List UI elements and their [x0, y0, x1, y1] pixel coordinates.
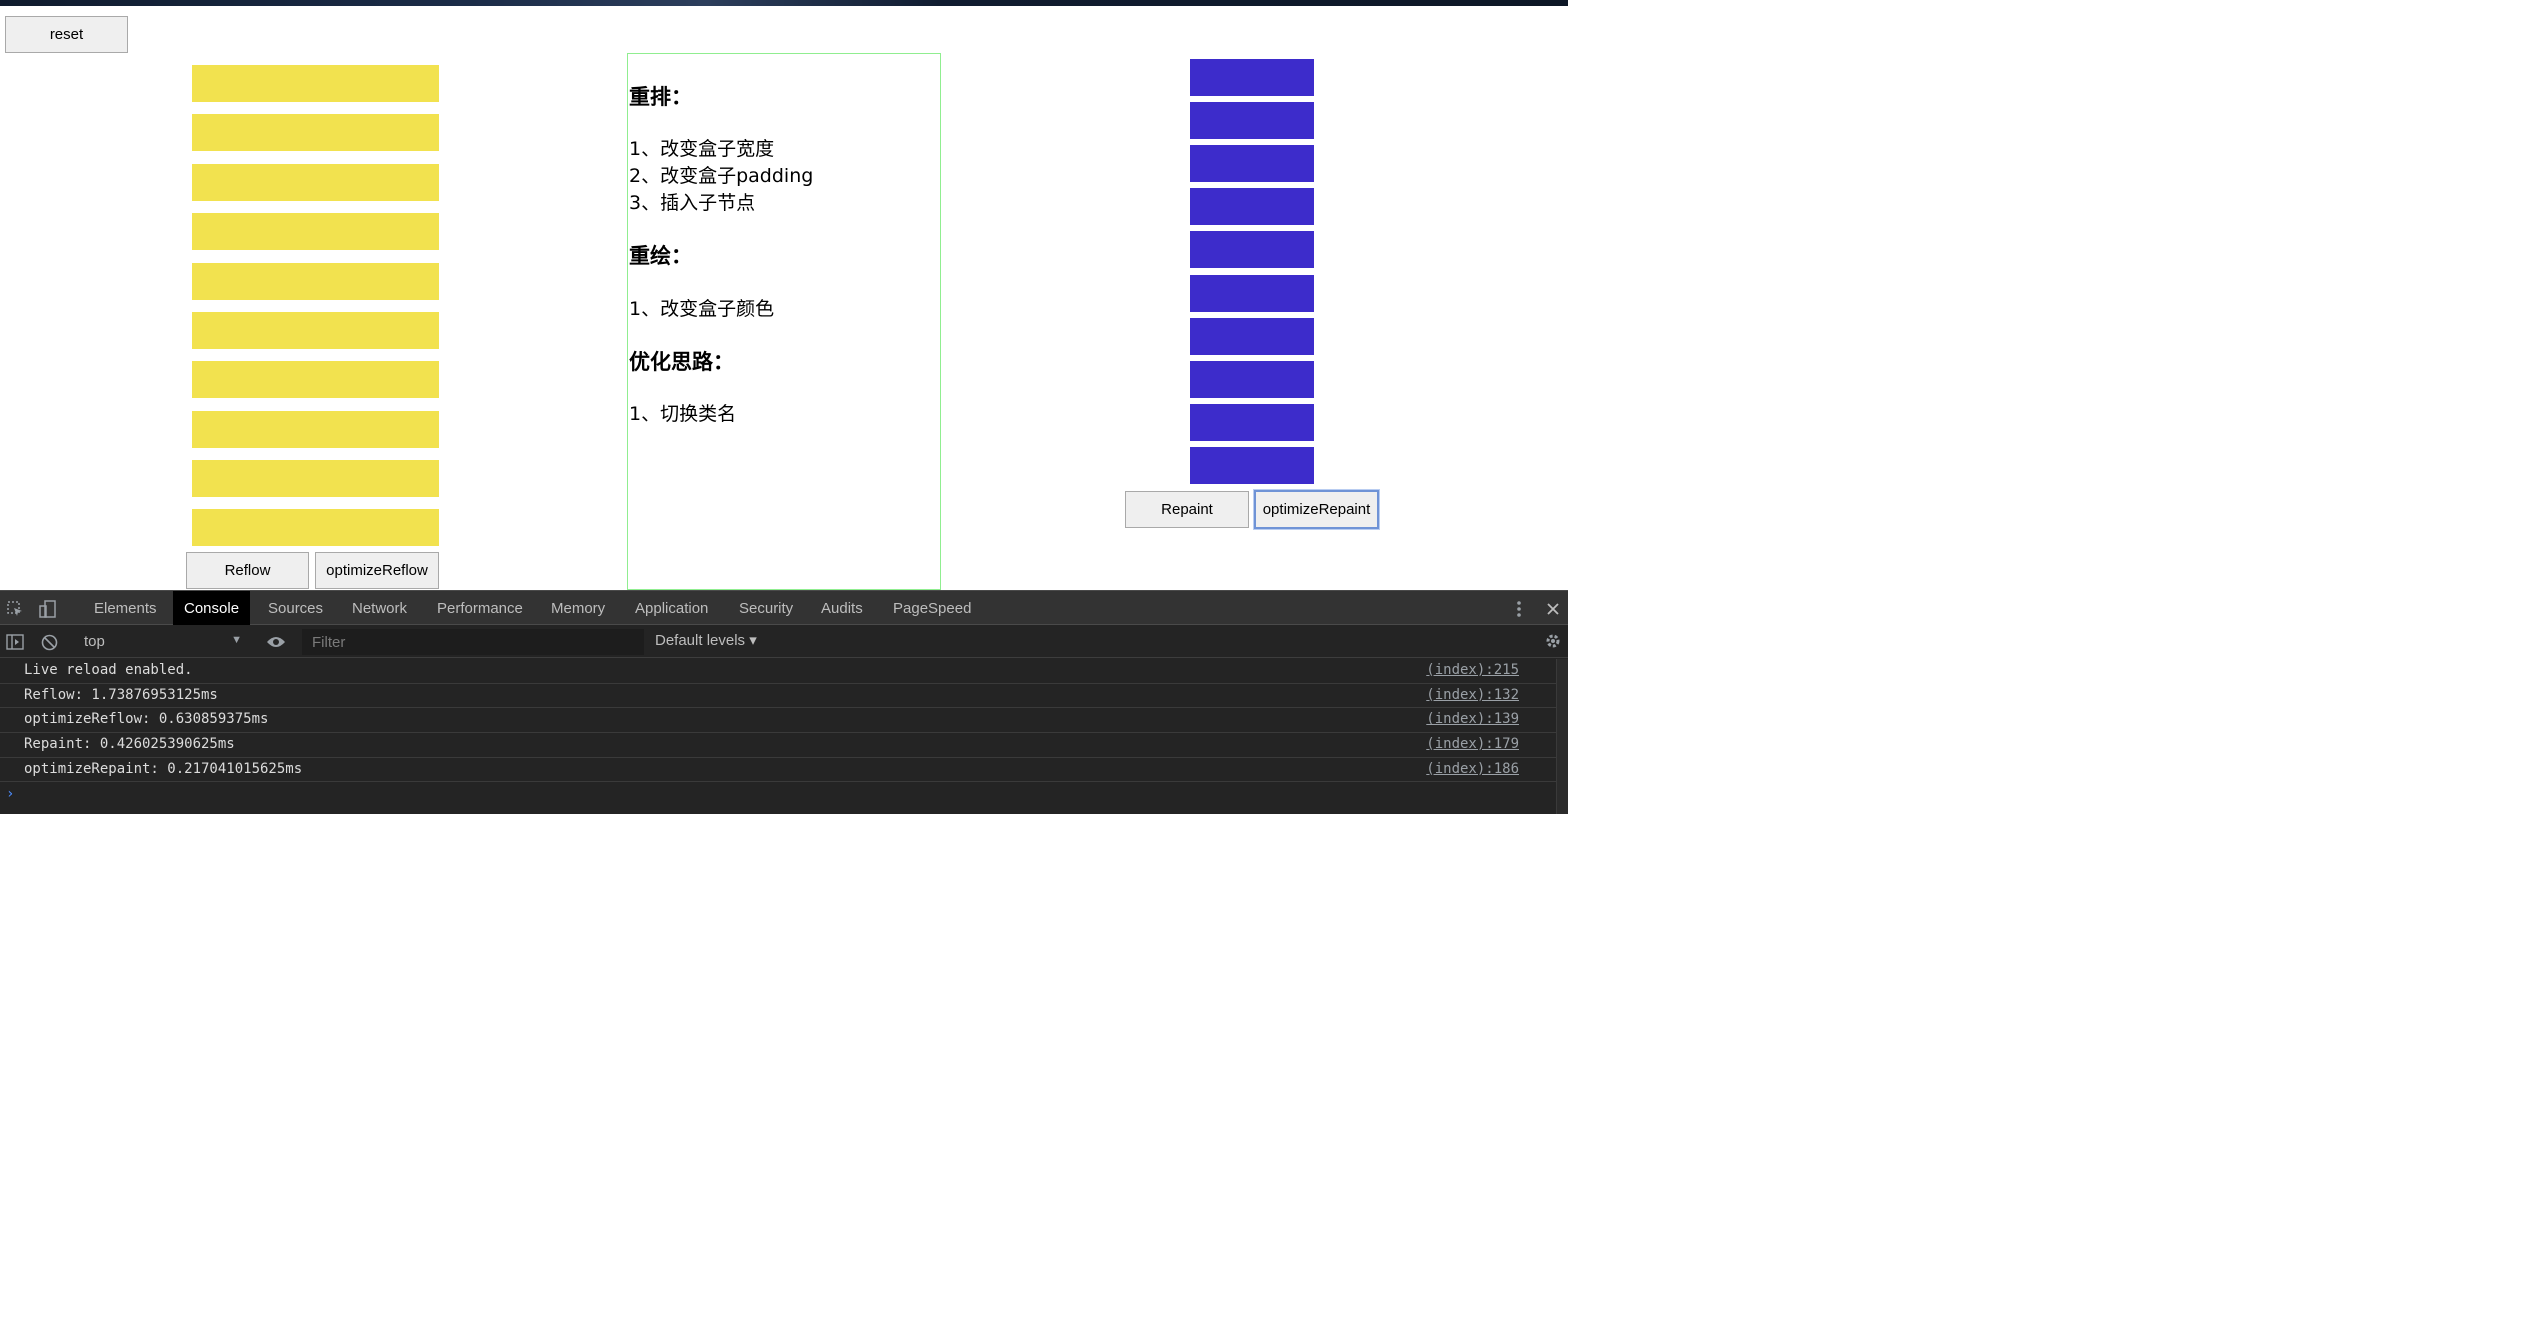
notes-panel: 重排： 1、改变盒子宽度 2、改变盒子padding 3、插入子节点 重绘： 1…	[627, 53, 941, 590]
reflow-item: 3、插入子节点	[629, 192, 756, 214]
console-log-list: Live reload enabled. (index):215 Reflow:…	[0, 659, 1556, 783]
log-entry: optimizeRepaint: 0.217041015625ms (index…	[0, 758, 1556, 783]
tab-console[interactable]: Console	[173, 591, 251, 625]
device-toolbar-icon[interactable]	[38, 599, 58, 619]
reflow-button[interactable]: Reflow	[186, 552, 309, 589]
repaint-item: 1、改变盒子颜色	[629, 298, 775, 320]
log-entry: optimizeReflow: 0.630859375ms (index):13…	[0, 708, 1556, 734]
repaint-box	[1190, 59, 1314, 96]
log-entry: Reflow: 1.73876953125ms (index):132	[0, 684, 1556, 709]
context-select[interactable]: top ▼	[72, 629, 250, 654]
tab-elements[interactable]: Elements	[83, 591, 168, 625]
repaint-box	[1190, 318, 1314, 355]
log-source-link[interactable]: (index):215	[1426, 662, 1519, 678]
log-message: Repaint: 0.426025390625ms	[24, 736, 235, 753]
tab-audits[interactable]: Audits	[810, 591, 874, 625]
context-value: top	[84, 633, 105, 650]
log-source-link[interactable]: (index):139	[1426, 711, 1519, 727]
tab-pagespeed[interactable]: PageSpeed	[882, 591, 982, 625]
log-levels-dropdown[interactable]: Default levels ▾	[655, 631, 757, 649]
tab-application[interactable]: Application	[624, 591, 719, 625]
reflow-box	[192, 213, 439, 250]
reflow-box	[192, 460, 439, 497]
tab-sources[interactable]: Sources	[257, 591, 334, 625]
sidebar-toggle-icon[interactable]	[5, 632, 25, 652]
log-message: optimizeRepaint: 0.217041015625ms	[24, 760, 303, 777]
reflow-box	[192, 114, 439, 151]
reflow-item: 2、改变盒子padding	[629, 165, 814, 187]
reflow-box	[192, 164, 439, 201]
tab-security[interactable]: Security	[728, 591, 804, 625]
log-entry: Repaint: 0.426025390625ms (index):179	[0, 733, 1556, 758]
log-entry: Live reload enabled. (index):215	[0, 659, 1556, 684]
log-source-link[interactable]: (index):179	[1426, 736, 1519, 752]
log-source-link[interactable]: (index):186	[1426, 761, 1519, 777]
chevron-down-icon: ▼	[231, 634, 242, 646]
filter-input[interactable]: Filter	[302, 629, 644, 655]
repaint-box	[1190, 231, 1314, 268]
inspect-element-icon[interactable]	[5, 599, 25, 619]
console-scrollbar[interactable]	[1556, 659, 1568, 814]
settings-icon[interactable]	[1543, 631, 1563, 651]
repaint-box	[1190, 275, 1314, 312]
log-message: Live reload enabled.	[24, 662, 193, 678]
repaint-button[interactable]: Repaint	[1125, 491, 1249, 528]
reflow-box	[192, 509, 439, 546]
repaint-heading: 重绘：	[629, 244, 692, 268]
reflow-box	[192, 411, 439, 448]
repaint-box	[1190, 404, 1314, 441]
optimize-reflow-button[interactable]: optimizeReflow	[315, 552, 439, 589]
close-icon[interactable]	[1543, 599, 1563, 619]
devtools-tabbar: Elements Console Sources Network Perform…	[0, 590, 1568, 625]
log-message: Reflow: 1.73876953125ms	[24, 686, 218, 703]
more-options-icon[interactable]	[1510, 599, 1528, 619]
repaint-box	[1190, 145, 1314, 182]
console-toolbar: top ▼ Filter Default levels ▾	[0, 625, 1568, 658]
repaint-box	[1190, 188, 1314, 225]
tab-performance[interactable]: Performance	[426, 591, 534, 625]
reflow-item: 1、改变盒子宽度	[629, 138, 775, 160]
top-banner-strip	[0, 0, 1568, 6]
reset-button[interactable]: reset	[5, 16, 128, 53]
log-source-link[interactable]: (index):132	[1426, 687, 1519, 703]
tab-memory[interactable]: Memory	[540, 591, 616, 625]
optimize-item: 1、切换类名	[629, 403, 737, 425]
reflow-heading: 重排：	[629, 85, 692, 109]
optimize-heading: 优化思路：	[629, 350, 734, 374]
reflow-box	[192, 263, 439, 300]
log-message: optimizeReflow: 0.630859375ms	[24, 711, 269, 728]
repaint-box	[1190, 102, 1314, 139]
clear-console-icon[interactable]	[39, 632, 59, 652]
tab-network[interactable]: Network	[341, 591, 418, 625]
optimize-repaint-button[interactable]: optimizeRepaint	[1253, 489, 1380, 530]
repaint-box	[1190, 361, 1314, 398]
reflow-box	[192, 312, 439, 349]
reflow-box	[192, 361, 439, 398]
reflow-box	[192, 65, 439, 102]
repaint-box	[1190, 447, 1314, 484]
console-prompt[interactable]: ›	[6, 786, 14, 802]
eye-icon[interactable]	[265, 632, 287, 652]
devtools-panel: Elements Console Sources Network Perform…	[0, 590, 1568, 814]
